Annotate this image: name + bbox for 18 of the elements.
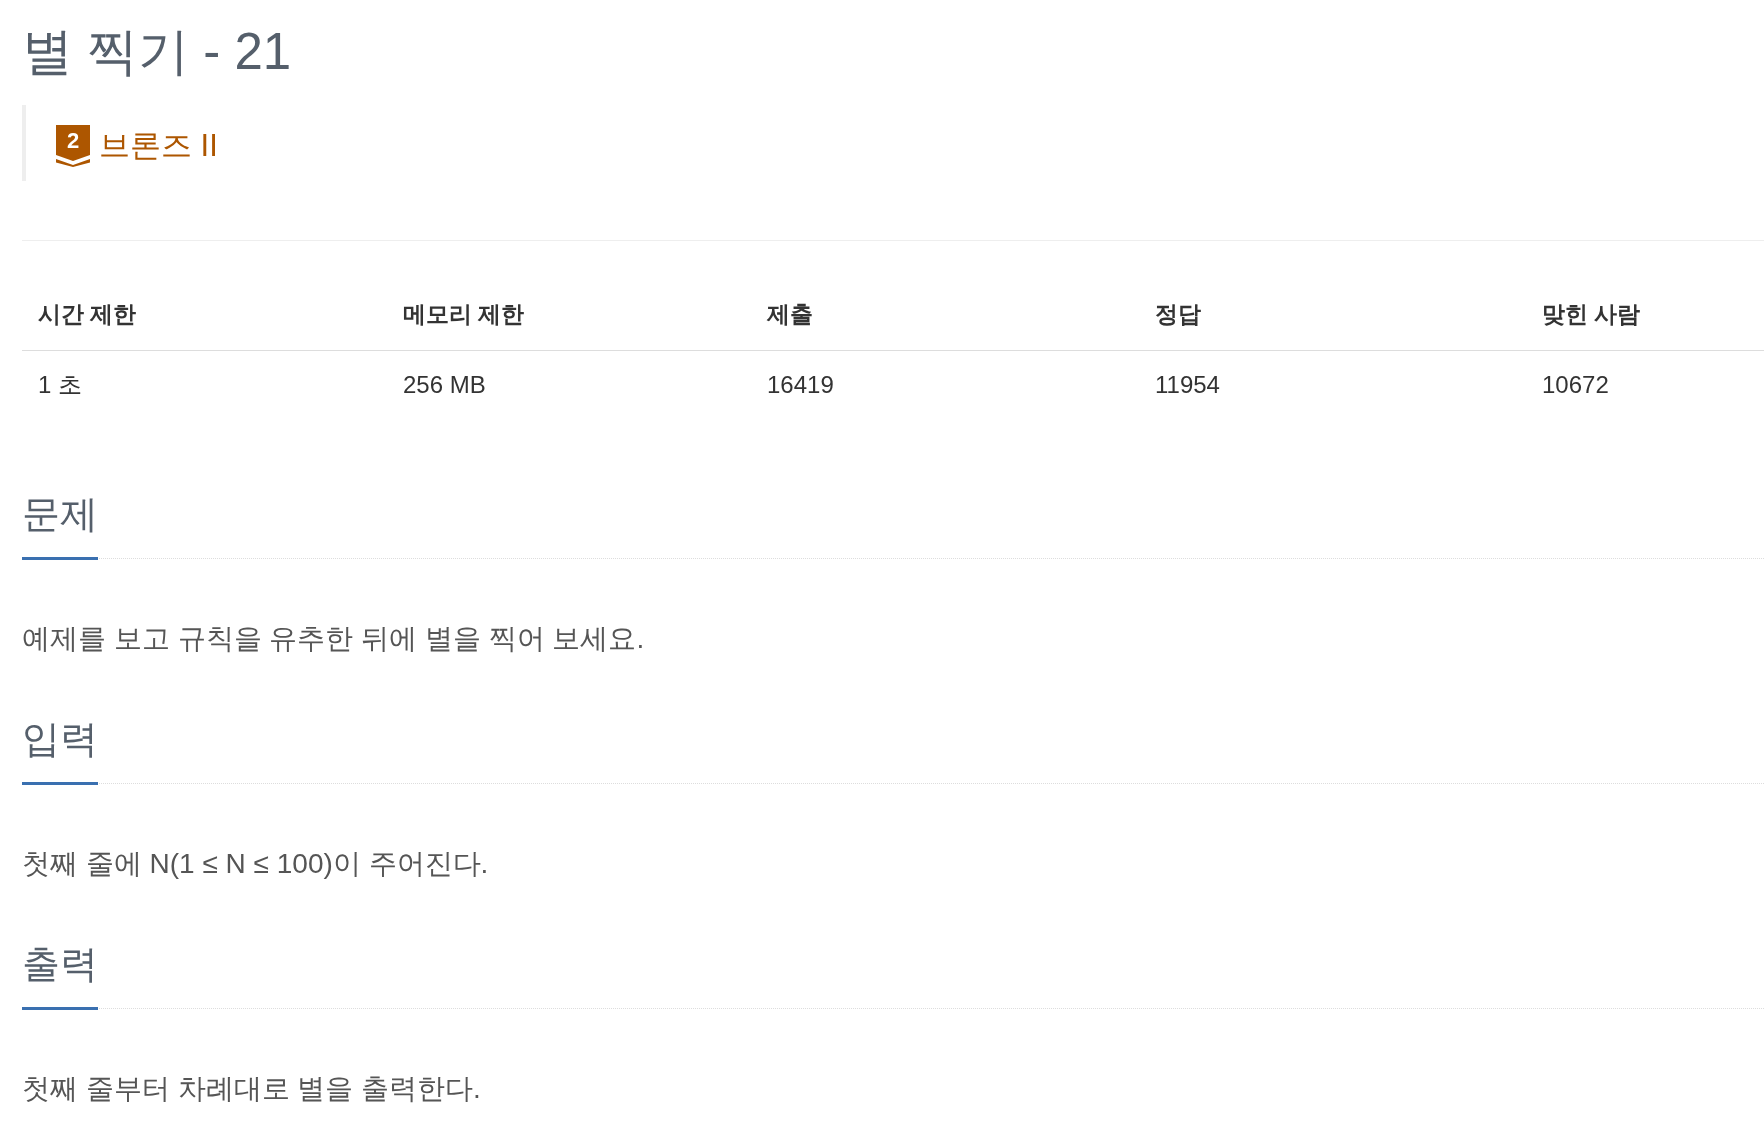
section-text: 예제를 보고 규칙을 유추한 뒤에 별을 찍어 보세요. — [22, 622, 646, 656]
column-header: 제출 — [751, 287, 1139, 351]
section-text: 첫째 줄에 N(1 ≤ N ≤ 100)이 주어진다. — [22, 847, 490, 881]
table-cell-text: 1 초 — [37, 370, 83, 400]
column-header: 정답 — [1139, 287, 1526, 351]
column-header: 메모리 제한 — [387, 287, 751, 351]
section-heading: 출력 — [22, 942, 98, 1010]
tier-label: 브론즈 II — [99, 127, 218, 165]
section-heading: 입력 — [22, 717, 98, 785]
table-cell-text: 11954 — [1154, 370, 1221, 400]
column-header: 시간 제한 — [22, 287, 387, 351]
section-text: 첫째 줄부터 차례대로 별을 출력한다. — [22, 1072, 482, 1106]
table-cell-text: 10672 — [1541, 370, 1610, 400]
problem-title: 별 찍기 - 21 — [22, 22, 293, 82]
column-header: 맞힌 사람 — [1526, 287, 1764, 351]
section-heading: 문제 — [22, 492, 98, 560]
table-cell-text: 256 MB — [402, 370, 487, 400]
table-cell-text: 16419 — [766, 370, 835, 400]
